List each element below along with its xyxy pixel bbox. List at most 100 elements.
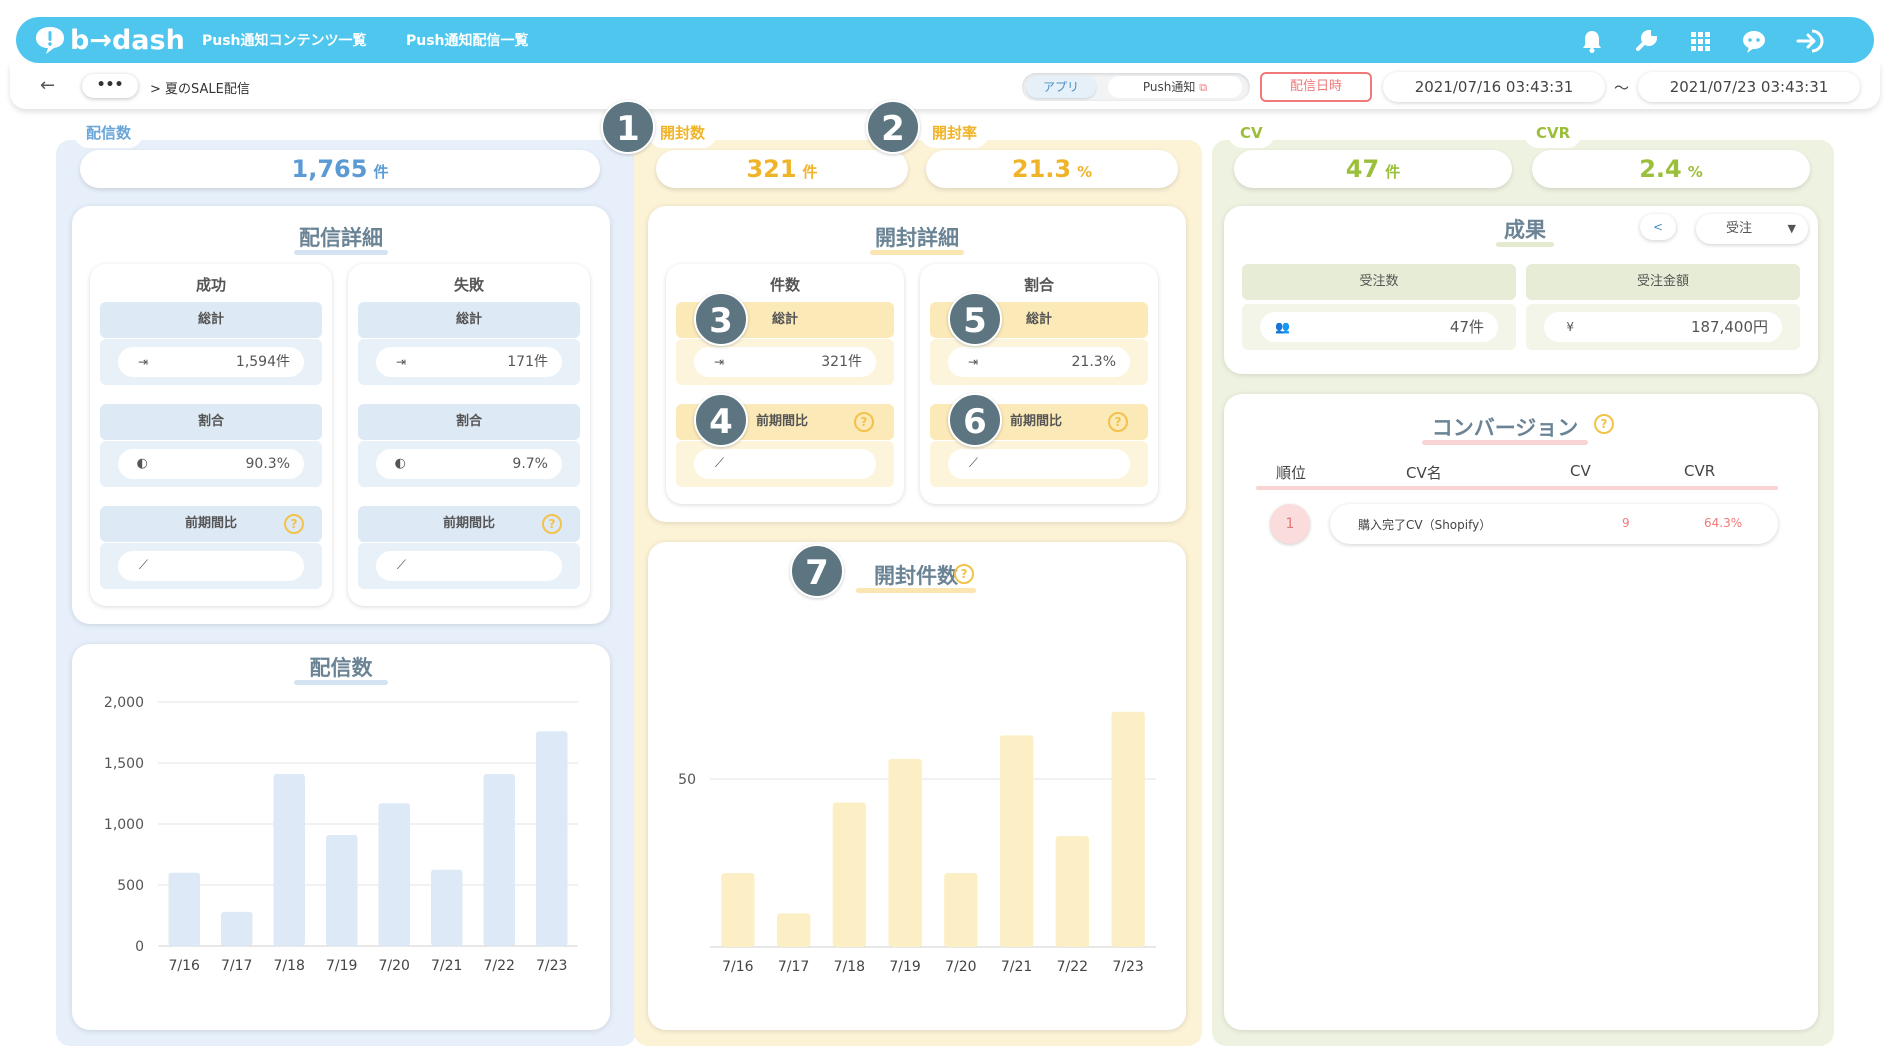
success-prev-label: 前期間比 xyxy=(184,516,237,531)
delivery-detail-title-text: 配信詳細 xyxy=(299,226,383,250)
open-ratio-prev-label: 前期間比 xyxy=(1010,414,1063,429)
open-count-total-row: ⇥ 321件 xyxy=(676,339,894,385)
open-ratio-prev-row: ⟋ xyxy=(930,441,1148,487)
y-tick-label: 2,000 xyxy=(104,695,144,711)
chart-bar xyxy=(536,731,568,946)
share-icon[interactable]: < xyxy=(1640,214,1676,240)
chart-bar xyxy=(999,735,1034,947)
callout-badge-5: 5 xyxy=(948,292,1002,346)
pie-chart-icon: ◐ xyxy=(394,456,406,471)
x-tick-label: 7/17 xyxy=(778,959,809,975)
table-row[interactable]: 購入完了CV（Shopify） 9 64.3% xyxy=(1330,504,1778,544)
kpi-cvr-label: CVR xyxy=(1524,118,1583,148)
col-rank: 順位 xyxy=(1276,464,1307,482)
channel-toggle[interactable]: アプリ Push通知 ⧉ xyxy=(1022,73,1250,101)
failure-ratio-value-pill: ◐ 9.7% xyxy=(376,449,562,479)
open-count-prev-label: 前期間比 xyxy=(756,414,809,429)
kpi-delivery-unit: 件 xyxy=(373,163,389,181)
results-select[interactable]: 受注 ▼ xyxy=(1696,214,1808,244)
grid-icon[interactable] xyxy=(1686,27,1714,55)
chat-support-icon[interactable] xyxy=(1740,27,1768,55)
chart-bar xyxy=(168,872,200,946)
failure-ratio-value: 9.7% xyxy=(512,456,548,472)
cv-cell: 9 xyxy=(1622,516,1630,530)
x-tick-label: 7/18 xyxy=(834,959,865,975)
callout-badge-3: 3 xyxy=(694,292,748,346)
delivery-icon: ⇥ xyxy=(137,355,148,369)
kpi-cv-pill: 47 件 xyxy=(1234,150,1512,188)
open-detail-title: 開封詳細 xyxy=(870,222,964,255)
chart-bar xyxy=(1111,711,1145,947)
chart-bar xyxy=(431,869,463,946)
open-count-prev-pill: ⟋ xyxy=(694,449,876,479)
amount-row: ¥ 187,400円 xyxy=(1526,304,1800,350)
date-filter-button[interactable]: 配信日時 xyxy=(1260,72,1372,102)
open-ratio-total-row: ⇥ 21.3% xyxy=(930,339,1148,385)
opens-bar-chart: 50 7/16 7/17 7/18 7/19 7/20 7/21 7/22 7/23 xyxy=(678,711,1156,975)
back-arrow-icon[interactable]: ← xyxy=(40,75,55,96)
kpi-cv-value: 47 xyxy=(1345,155,1380,183)
kpi-open-rate-value: 21.3 xyxy=(1011,155,1072,183)
help-icon[interactable]: ? xyxy=(284,514,304,534)
help-icon[interactable]: ? xyxy=(542,514,562,534)
sub-toolbar: ← ••• > 夏のSALE配信 アプリ Push通知 ⧉ 配信日時 2021/… xyxy=(10,63,1880,109)
failure-title: 失敗 xyxy=(453,276,484,294)
nav-push-deliveries[interactable]: Push通知配信一覧 xyxy=(406,30,529,50)
col-cvr: CVR xyxy=(1684,462,1716,480)
wrench-icon[interactable] xyxy=(1632,27,1660,55)
orders-value: 47件 xyxy=(1449,318,1484,336)
date-to-field[interactable]: 2021/07/23 03:43:31 xyxy=(1638,72,1860,102)
date-from-field[interactable]: 2021/07/16 03:43:31 xyxy=(1383,72,1605,102)
help-icon[interactable]: ? xyxy=(854,412,874,432)
kpi-open-rate-label: 開封率 xyxy=(920,118,990,148)
cvr-cell: 64.3% xyxy=(1704,516,1743,530)
toggle-app[interactable]: アプリ xyxy=(1026,76,1096,98)
x-tick-label: 7/16 xyxy=(169,958,201,974)
trend-chart-icon: ⟋ xyxy=(138,558,148,573)
success-ratio-row: ◐ 90.3% xyxy=(100,441,322,487)
open-ratio-prev-pill: ⟋ xyxy=(948,449,1130,479)
x-tick-label: 7/21 xyxy=(431,958,462,974)
amount-pill: ¥ 187,400円 xyxy=(1544,312,1782,342)
pie-chart-icon: ◐ xyxy=(136,456,148,471)
x-tick-label: 7/21 xyxy=(1001,959,1032,975)
push-notification-icon: ⧉ xyxy=(1199,81,1208,94)
delivery-bar-chart: 0 500 1,000 1,500 2,000 7/16 7/17 7/18 7/19 7/20 7… xyxy=(104,695,578,974)
top-navigation-bar: b→dash Push通知コンテンツ一覧 Push通知配信一覧 xyxy=(16,17,1874,63)
open-count-title: 件数 xyxy=(769,276,800,294)
delivery-icon: ⇥ xyxy=(713,355,724,369)
help-icon[interactable]: ? xyxy=(1108,412,1128,432)
more-button[interactable]: ••• xyxy=(82,74,138,98)
results-card: 成果 < 受注 ▼ 受注数 👥 47件 受注金額 ¥ 187,400円 xyxy=(1224,206,1818,374)
open-count-prev-row: ⟋ xyxy=(676,441,894,487)
logout-icon[interactable] xyxy=(1794,27,1828,55)
success-ratio-value-pill: ◐ 90.3% xyxy=(118,449,304,479)
failure-total-value-pill: ⇥ 171件 xyxy=(376,347,562,377)
x-tick-label: 7/23 xyxy=(536,958,567,974)
kpi-opens-unit: 件 xyxy=(802,163,818,181)
chart-bar xyxy=(326,834,358,946)
nav-push-contents[interactable]: Push通知コンテンツ一覧 xyxy=(202,30,367,50)
chart-bar xyxy=(888,758,922,947)
kpi-opens-pill: 321 件 xyxy=(656,150,908,188)
toggle-push[interactable]: Push通知 ⧉ xyxy=(1108,76,1242,98)
kpi-cv-label: CV xyxy=(1228,118,1275,148)
x-tick-label: 7/16 xyxy=(722,959,754,975)
success-total-header: 総計 xyxy=(100,302,322,338)
help-icon[interactable]: ? xyxy=(1594,414,1614,434)
failure-total-value: 171件 xyxy=(507,354,548,370)
col-cv-name: CV名 xyxy=(1406,464,1442,482)
kpi-open-rate-pill: 21.3% xyxy=(926,150,1178,188)
open-detail-title-text: 開封詳細 xyxy=(875,226,959,250)
rank-badge: 1 xyxy=(1270,504,1310,544)
title-underline xyxy=(870,250,964,255)
chart-bar xyxy=(378,803,410,946)
open-detail-card: 開封詳細 件数 総計 ⇥ 321件 前期間比 ? ⟋ 割合 総計 ⇥ 21.3%… xyxy=(648,206,1186,522)
bell-icon[interactable] xyxy=(1578,27,1606,55)
bdash-logo[interactable]: b→dash xyxy=(34,24,185,56)
success-total-row: ⇥ 1,594件 xyxy=(100,339,322,385)
kpi-opens-value: 321 xyxy=(746,155,797,183)
x-tick-label: 7/20 xyxy=(379,958,410,974)
orders-row: 👥 47件 xyxy=(1242,304,1516,350)
y-tick-label: 1,500 xyxy=(104,756,144,772)
